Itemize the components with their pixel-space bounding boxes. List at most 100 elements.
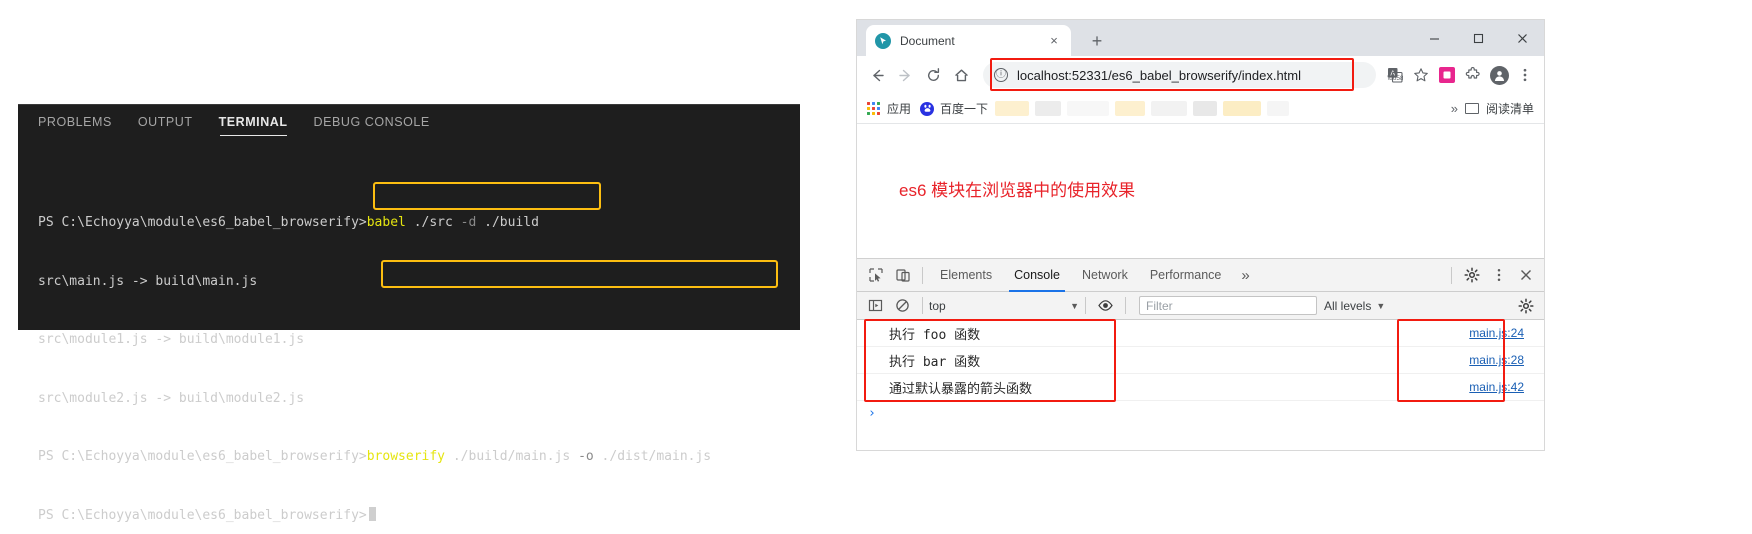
console-level-selector[interactable]: All levels ▼	[1324, 299, 1385, 313]
profile-avatar-icon[interactable]	[1486, 62, 1512, 88]
devtools-tab-bar: Elements Console Network Performance »	[857, 259, 1544, 292]
bookmark-redacted[interactable]	[1267, 101, 1290, 116]
terminal-line-command-browserify: PS C:\Echoyya\module\es6_babel_browserif…	[38, 447, 792, 467]
panel-tab-output[interactable]: OUTPUT	[138, 115, 193, 136]
terminal-line-output: src\module1.js -> build\module1.js	[38, 332, 305, 347]
puzzle-icon[interactable]	[1460, 62, 1486, 88]
terminal-command-name: babel	[366, 215, 406, 230]
console-level-value: All levels	[1324, 298, 1372, 313]
console-prompt-caret: ›	[868, 405, 876, 421]
bookmark-redacted[interactable]	[1223, 101, 1262, 116]
bookmarks-overflow-icon[interactable]: »	[1451, 101, 1458, 116]
terminal-command-arg: ./build/main.js	[445, 449, 579, 464]
devtools-tab-network[interactable]: Network	[1071, 259, 1139, 292]
console-toolbar-right	[1512, 292, 1539, 319]
bookmark-redacted[interactable]	[1067, 101, 1110, 116]
inspect-element-icon[interactable]	[862, 262, 889, 289]
devtools-toolbar-right	[1445, 262, 1539, 289]
gear-icon[interactable]	[1512, 292, 1539, 319]
bookmarks-bar-right: » 阅读清单	[1451, 100, 1536, 117]
panel-tab-debug-console[interactable]: DEBUG CONSOLE	[314, 115, 430, 136]
bookmark-baidu[interactable]: 百度一下	[918, 100, 995, 117]
terminal-command-name: browserify	[366, 449, 446, 464]
three-dot-menu-icon[interactable]	[1485, 262, 1512, 289]
console-context-value: top	[929, 298, 946, 313]
devtools-tab-performance[interactable]: Performance	[1139, 259, 1233, 292]
browser-tab-document[interactable]: Document ×	[866, 25, 1071, 56]
terminal-prompt: PS C:\Echoyya\module\es6_babel_browserif…	[38, 449, 367, 464]
terminal-command-flag: -d	[460, 215, 477, 230]
console-filter-input[interactable]: Filter	[1139, 296, 1317, 315]
terminal-command-arg2: ./dist/main.js	[593, 449, 712, 464]
cursor-favicon-icon	[875, 32, 891, 49]
address-bar[interactable]: ⓘ localhost:52331/es6_babel_browserify/i…	[983, 62, 1376, 88]
devtools-tab-elements[interactable]: Elements	[929, 259, 1003, 292]
device-toolbar-icon[interactable]	[889, 262, 916, 289]
svg-text:\u6587: \u6587	[1387, 75, 1403, 82]
terminal-cursor	[368, 506, 376, 521]
console-message-text: 通过默认暴露的箭头函数	[889, 381, 1033, 397]
chrome-browser-window: Document × + ⓘ localhost:52331/es6_babel…	[857, 20, 1544, 450]
console-message[interactable]: 通过默认暴露的箭头函数 main.js:42	[857, 374, 1544, 401]
page-viewport: es6 模块在浏览器中的使用效果	[857, 124, 1544, 259]
console-message-text: 执行 bar 函数	[889, 354, 981, 370]
new-tab-button[interactable]: +	[1085, 29, 1109, 53]
forward-arrow-icon[interactable]	[891, 61, 919, 89]
bookmark-apps[interactable]: 应用	[865, 100, 918, 117]
devtools-panel: Elements Console Network Performance » t…	[857, 259, 1544, 447]
screenshot-root: PROBLEMS OUTPUT TERMINAL DEBUG CONSOLE P…	[0, 0, 1752, 534]
devtools-more-tabs-icon[interactable]: »	[1232, 267, 1258, 284]
terminal-command-arg: ./src	[405, 215, 461, 230]
extension-icon[interactable]	[1434, 62, 1460, 88]
toolbar-divider	[1125, 297, 1126, 314]
three-dot-menu-icon[interactable]	[1512, 62, 1538, 88]
baidu-icon	[920, 101, 935, 116]
console-message-text: 执行 foo 函数	[889, 327, 981, 343]
page-heading: es6 模块在浏览器中的使用效果	[899, 181, 1136, 200]
console-input-prompt[interactable]: ›	[857, 401, 1544, 425]
live-expression-icon[interactable]	[1092, 292, 1119, 319]
devtools-tab-console[interactable]: Console	[1003, 259, 1071, 292]
tab-strip: Document × +	[857, 20, 1544, 56]
console-message-list: 执行 foo 函数 main.js:24 执行 bar 函数 main.js:2…	[857, 319, 1544, 447]
bookmark-redacted[interactable]	[1115, 101, 1146, 116]
home-icon[interactable]	[947, 61, 975, 89]
gear-icon[interactable]	[1458, 262, 1485, 289]
toolbar-divider	[1085, 297, 1086, 314]
clear-console-icon[interactable]	[889, 292, 916, 319]
bookmark-redacted[interactable]	[1151, 101, 1188, 116]
console-sidebar-icon[interactable]	[862, 292, 889, 319]
terminal-prompt: PS C:\Echoyya\module\es6_babel_browserif…	[38, 215, 367, 230]
console-message-source-link[interactable]: main.js:24	[1469, 326, 1524, 340]
browser-tab-title: Document	[900, 33, 955, 48]
address-bar-url: localhost:52331/es6_babel_browserify/ind…	[1017, 67, 1302, 83]
site-info-icon[interactable]: ⓘ	[994, 68, 1008, 82]
bookmark-apps-label: 应用	[887, 102, 912, 116]
close-icon[interactable]	[1500, 20, 1544, 56]
toolbar-divider	[922, 266, 923, 284]
maximize-icon[interactable]	[1456, 20, 1500, 56]
panel-tab-terminal[interactable]: TERMINAL	[219, 115, 288, 136]
bookmark-redacted[interactable]	[1193, 101, 1218, 116]
translate-icon[interactable]: A\u6587	[1382, 62, 1408, 88]
minimize-icon[interactable]	[1412, 20, 1456, 56]
reading-list-icon	[1464, 103, 1479, 114]
back-arrow-icon[interactable]	[863, 61, 891, 89]
console-message-source-link[interactable]: main.js:42	[1469, 380, 1524, 394]
bookmark-redacted[interactable]	[995, 101, 1030, 116]
terminal-output[interactable]: PS C:\Echoyya\module\es6_babel_browserif…	[38, 174, 792, 534]
console-message[interactable]: 执行 bar 函数 main.js:28	[857, 347, 1544, 374]
star-icon[interactable]	[1408, 62, 1434, 88]
console-context-selector[interactable]: top ▼	[929, 299, 1079, 313]
browser-toolbar: ⓘ localhost:52331/es6_babel_browserify/i…	[857, 56, 1544, 94]
console-message[interactable]: 执行 foo 函数 main.js:24	[857, 320, 1544, 347]
panel-tab-problems[interactable]: PROBLEMS	[38, 115, 112, 136]
close-icon[interactable]	[1512, 262, 1539, 289]
bookmarks-bar: 应用 百度一下 » 阅读清单	[857, 94, 1544, 124]
bookmark-redacted[interactable]	[1035, 101, 1062, 116]
reading-list-label[interactable]: 阅读清单	[1486, 100, 1534, 117]
apps-grid-icon	[867, 101, 881, 116]
console-message-source-link[interactable]: main.js:28	[1469, 353, 1524, 367]
reload-icon[interactable]	[919, 61, 947, 89]
close-icon[interactable]: ×	[1046, 33, 1062, 49]
